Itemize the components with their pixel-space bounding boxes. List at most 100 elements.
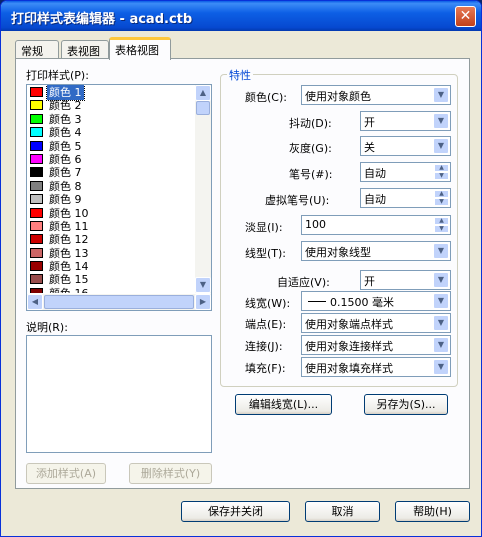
close-button[interactable]: ✕: [455, 6, 476, 27]
window-title: 打印样式表编辑器 - acad.ctb: [11, 12, 193, 27]
joinstyle-dropdown[interactable]: 使用对象连接样式 ▼: [301, 335, 451, 355]
scroll-up-arrow-icon[interactable]: ▲: [195, 85, 211, 101]
scroll-down-arrow-icon[interactable]: ▼: [195, 277, 211, 293]
color-swatch: [30, 153, 43, 164]
adaptive-dropdown[interactable]: 开 ▼: [360, 270, 451, 290]
spin-up-icon[interactable]: ▲: [434, 190, 449, 198]
plot-styles-items: 颜色 1 颜色 2 颜色 3 颜色 4 颜色 5 颜色 6 颜色 7 颜色 8 颜色 9 颜色 1…: [27, 85, 197, 293]
color-value: 使用对象颜色: [305, 90, 371, 103]
pen-number-spinner[interactable]: 自动 ▲ ▼: [360, 162, 451, 182]
plot-style-list-item[interactable]: 颜色 15: [27, 272, 197, 286]
title-bar[interactable]: 打印样式表编辑器 - acad.ctb ✕: [1, 1, 481, 31]
plot-styles-label: 打印样式(P):: [26, 69, 89, 82]
add-style-button[interactable]: 添加样式(A): [26, 463, 106, 484]
spin-down-icon[interactable]: ▼: [434, 172, 449, 180]
chevron-down-icon[interactable]: ▼: [433, 315, 449, 331]
chevron-down-icon[interactable]: ▼: [433, 113, 449, 129]
save-as-button[interactable]: 另存为(S)...: [364, 394, 448, 415]
lineweight-sample-line: [308, 301, 326, 302]
spin-up-icon[interactable]: ▲: [434, 217, 449, 225]
color-swatch: [30, 207, 43, 218]
color-swatch: [30, 234, 43, 245]
color-swatch: [30, 287, 43, 293]
color-swatch: [30, 247, 43, 258]
save-and-close-button[interactable]: 保存并关闭: [181, 501, 290, 522]
chevron-down-icon[interactable]: ▼: [433, 243, 449, 259]
color-label: 颜色(C):: [245, 91, 287, 104]
horizontal-scroll-thumb[interactable]: [44, 295, 194, 309]
fillstyle-label: 填充(F):: [245, 362, 286, 375]
screening-value: 100: [305, 218, 326, 231]
chevron-down-icon[interactable]: ▼: [433, 272, 449, 288]
plot-style-list-item[interactable]: 颜色 5: [27, 139, 197, 153]
vertical-scroll-thumb[interactable]: [196, 101, 210, 115]
adaptive-label: 自适应(V):: [277, 276, 330, 289]
color-swatch: [30, 127, 43, 138]
plot-style-list-item[interactable]: 颜色 4: [27, 125, 197, 139]
grayscale-label: 灰度(G):: [289, 142, 332, 155]
delete-style-button[interactable]: 删除样式(Y): [129, 463, 212, 484]
screening-label: 淡显(I):: [245, 221, 283, 234]
horizontal-scrollbar[interactable]: ◀ ▶: [27, 294, 211, 310]
plot-style-list-item[interactable]: 颜色 12: [27, 232, 197, 246]
plot-style-list-item[interactable]: 颜色 11: [27, 219, 197, 233]
endstyle-value: 使用对象端点样式: [305, 318, 393, 331]
grayscale-value: 关: [364, 141, 375, 154]
dither-dropdown[interactable]: 开 ▼: [360, 111, 451, 131]
lineweight-dropdown[interactable]: 0.1500 毫米 ▼: [301, 291, 451, 311]
pen-number-label: 笔号(#):: [289, 168, 333, 181]
color-swatch: [30, 113, 43, 124]
plot-style-list-item[interactable]: 颜色 3: [27, 112, 197, 126]
cancel-button[interactable]: 取消: [305, 501, 380, 522]
spin-down-icon[interactable]: ▼: [434, 225, 449, 233]
tab-table-view[interactable]: 表视图: [61, 40, 109, 59]
pen-number-value: 自动: [364, 167, 386, 180]
chevron-down-icon[interactable]: ▼: [433, 87, 449, 103]
chevron-down-icon[interactable]: ▼: [433, 337, 449, 353]
color-swatch: [30, 180, 43, 191]
virtual-pen-value: 自动: [364, 193, 386, 206]
plot-style-list-item[interactable]: 颜色 13: [27, 246, 197, 260]
virtual-pen-spinner[interactable]: 自动 ▲ ▼: [360, 188, 451, 208]
properties-group: 特性 颜色(C): 使用对象颜色 ▼ 抖动(D): 开 ▼ 灰度(G): 关 ▼…: [220, 67, 458, 387]
lineweight-label: 线宽(W):: [245, 297, 291, 310]
plot-style-list-item[interactable]: 颜色 7: [27, 165, 197, 179]
vertical-scrollbar[interactable]: ▲ ▼: [195, 85, 211, 293]
form-view-panel: 打印样式(P): 颜色 1 颜色 2 颜色 3 颜色 4 颜色 5 颜色 6 颜色 7 颜色 …: [15, 58, 470, 489]
scroll-right-arrow-icon[interactable]: ▶: [195, 294, 211, 310]
tab-general[interactable]: 常规: [15, 40, 59, 59]
endstyle-dropdown[interactable]: 使用对象端点样式 ▼: [301, 313, 451, 333]
dither-label: 抖动(D):: [289, 117, 332, 130]
dither-value: 开: [364, 116, 375, 129]
grayscale-dropdown[interactable]: 关 ▼: [360, 136, 451, 156]
plot-style-list-item[interactable]: 颜色 2: [27, 98, 197, 112]
color-dropdown[interactable]: 使用对象颜色 ▼: [301, 85, 451, 105]
chevron-down-icon[interactable]: ▼: [433, 293, 449, 309]
chevron-down-icon[interactable]: ▼: [433, 138, 449, 154]
plot-style-list-item[interactable]: 颜色 16: [27, 286, 197, 293]
plot-style-name: 颜色 16: [47, 285, 91, 293]
spin-up-icon[interactable]: ▲: [434, 164, 449, 172]
tab-form-view[interactable]: 表格视图: [109, 37, 171, 60]
joinstyle-value: 使用对象连接样式: [305, 340, 393, 353]
scroll-left-arrow-icon[interactable]: ◀: [27, 294, 43, 310]
joinstyle-label: 连接(J):: [245, 340, 283, 353]
color-swatch: [30, 194, 43, 205]
plot-style-list-item[interactable]: 颜色 1: [27, 85, 197, 101]
plot-style-list-item[interactable]: 颜色 9: [27, 192, 197, 206]
description-textarea[interactable]: [26, 335, 212, 453]
linetype-dropdown[interactable]: 使用对象线型 ▼: [301, 241, 451, 261]
plot-style-list-item[interactable]: 颜色 8: [27, 179, 197, 193]
fillstyle-dropdown[interactable]: 使用对象填充样式 ▼: [301, 357, 451, 377]
chevron-down-icon[interactable]: ▼: [433, 359, 449, 375]
plot-styles-list[interactable]: 颜色 1 颜色 2 颜色 3 颜色 4 颜色 5 颜色 6 颜色 7 颜色 8 颜色 9 颜色 1…: [26, 84, 212, 311]
plot-style-list-item[interactable]: 颜色 14: [27, 259, 197, 273]
plot-style-list-item[interactable]: 颜色 6: [27, 152, 197, 166]
fillstyle-value: 使用对象填充样式: [305, 362, 393, 375]
lineweight-value: 0.1500 毫米: [330, 296, 394, 309]
help-button[interactable]: 帮助(H): [395, 501, 470, 522]
spin-down-icon[interactable]: ▼: [434, 198, 449, 206]
plot-style-list-item[interactable]: 颜色 10: [27, 206, 197, 220]
screening-spinner[interactable]: 100 ▲ ▼: [301, 215, 451, 235]
edit-lineweights-button[interactable]: 编辑线宽(L)...: [235, 394, 332, 415]
